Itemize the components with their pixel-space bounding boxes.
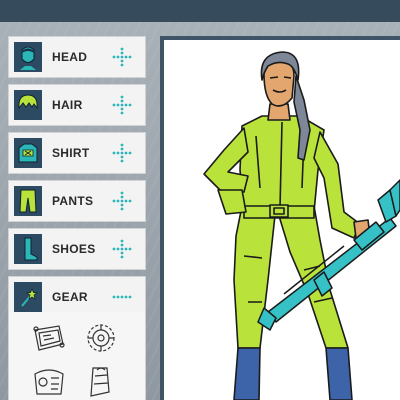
category-label: SHIRT [52,146,90,160]
category-head-button[interactable]: HEAD [8,36,146,78]
category-label: HEAD [52,50,88,64]
expand-dots-icon[interactable] [111,142,133,164]
collapse-dots-icon[interactable] [111,286,133,308]
category-shoes-button[interactable]: SHOES [8,228,146,270]
category-hair-button[interactable]: HAIR [8,84,146,126]
expand-dots-icon[interactable] [111,190,133,212]
top-bar [0,0,400,22]
expand-dots-icon[interactable] [111,46,133,68]
gear-wand-icon [14,281,42,312]
category-label: SHOES [52,242,96,256]
category-pants-button[interactable]: PANTS [8,180,146,222]
round-mechanism-icon[interactable] [81,320,121,356]
hair-icon [14,90,42,120]
expand-dots-icon[interactable] [111,94,133,116]
character-figure [203,51,400,400]
category-shirt-button[interactable]: SHIRT [8,132,146,174]
pants-icon [14,186,42,216]
wrist-device-icon[interactable] [29,364,69,400]
shoes-icon [14,234,42,264]
category-label: HAIR [52,98,83,112]
character-canvas [160,36,400,400]
boot-armor-icon[interactable] [81,364,121,400]
head-icon [14,42,42,72]
expand-dots-icon[interactable] [111,238,133,260]
category-label: PANTS [52,194,94,208]
category-sidebar: HEAD HAIR SHIRT PANTS SHOES GEAR [8,36,148,316]
belt-pouch-icon[interactable] [29,320,69,356]
category-label: GEAR [52,289,88,304]
category-gear-button[interactable]: GEAR [8,276,146,316]
shirt-icon [14,138,42,168]
gear-options-panel [8,312,146,400]
